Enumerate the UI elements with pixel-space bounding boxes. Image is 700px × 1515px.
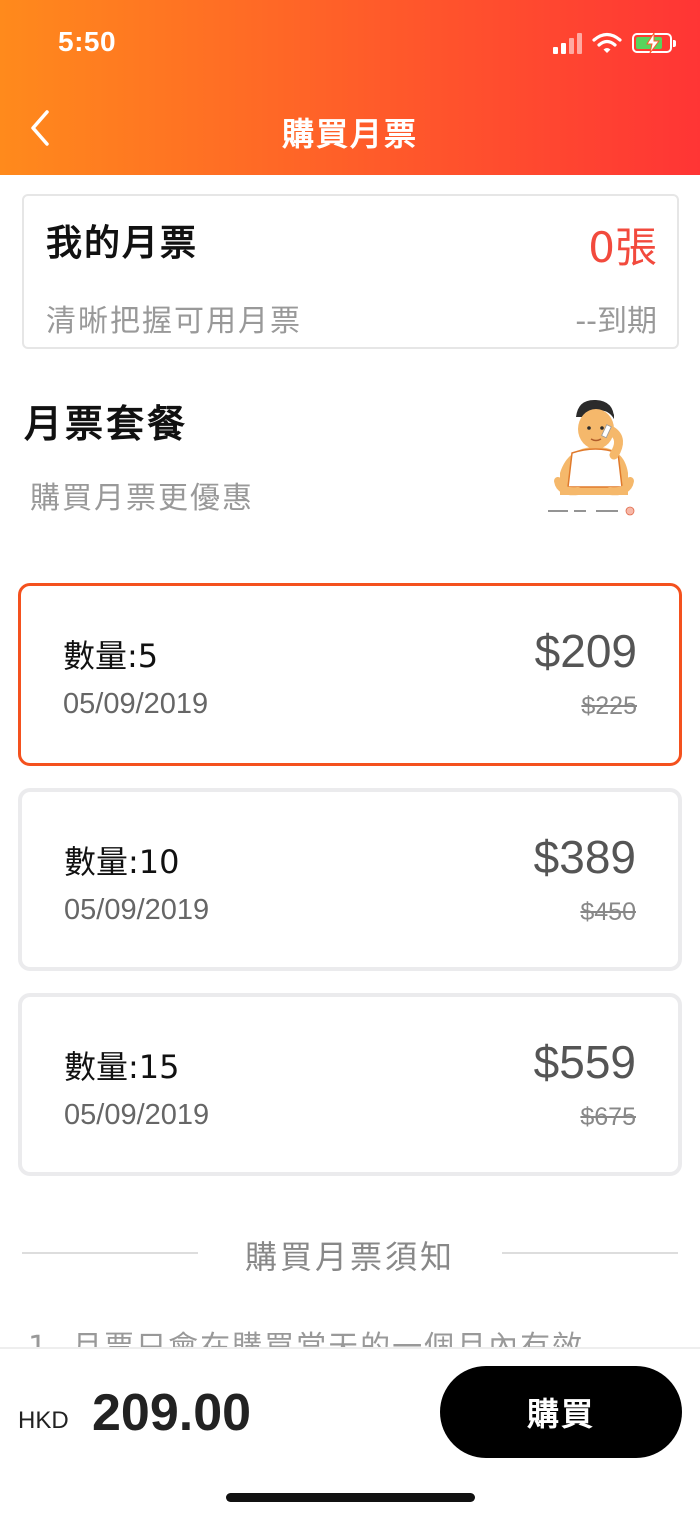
my-ticket-subtitle: 清晰把握可用月票 (46, 304, 302, 339)
package-price: $559 (533, 1036, 636, 1088)
mascot-illustration-icon (548, 399, 635, 516)
checkout-bar: HKD 209.00 購買 (0, 1347, 700, 1515)
status-time: 5:50 (58, 26, 117, 57)
package-item[interactable]: 數量:10 05/09/2019 $389 $450 (18, 788, 682, 971)
ticket-count: 0張 (588, 223, 657, 272)
currency-label: HKD (18, 1407, 69, 1434)
total-price: 209.00 (92, 1384, 252, 1442)
package-original-price: $450 (580, 898, 636, 926)
package-price: $389 (533, 831, 636, 883)
buy-button[interactable]: 購買 (440, 1366, 682, 1458)
package-original-price: $675 (580, 1103, 636, 1131)
notice-title: 購買月票須知 (244, 1238, 455, 1276)
battery-icon (632, 33, 676, 53)
wifi-icon (592, 32, 622, 53)
ticket-expiry: --到期 (575, 304, 657, 339)
my-ticket-card[interactable]: 我的月票 0張 清晰把握可用月票 --到期 (22, 194, 679, 349)
package-item[interactable]: 數量:15 05/09/2019 $559 $675 (18, 993, 682, 1176)
package-section-subtitle: 購買月票更優惠 (30, 481, 254, 516)
package-price: $209 (534, 625, 637, 677)
page-title: 購買月票 (281, 115, 418, 153)
package-original-price: $225 (581, 692, 637, 720)
my-ticket-title: 我的月票 (46, 223, 199, 264)
package-date: 05/09/2019 (64, 894, 210, 926)
package-section-title: 月票套餐 (24, 402, 189, 446)
package-quantity: 數量:10 (64, 843, 180, 881)
package-quantity: 數量:5 (63, 637, 159, 675)
status-icons (553, 30, 676, 56)
package-date: 05/09/2019 (63, 688, 209, 720)
package-item[interactable]: 數量:5 05/09/2019 $209 $225 (18, 583, 682, 766)
app-header: 5:50 購買月票 (0, 0, 700, 175)
home-indicator[interactable] (226, 1493, 475, 1502)
package-date: 05/09/2019 (64, 1099, 210, 1131)
cellular-signal-icon (553, 32, 582, 54)
package-quantity: 數量:15 (64, 1048, 180, 1086)
